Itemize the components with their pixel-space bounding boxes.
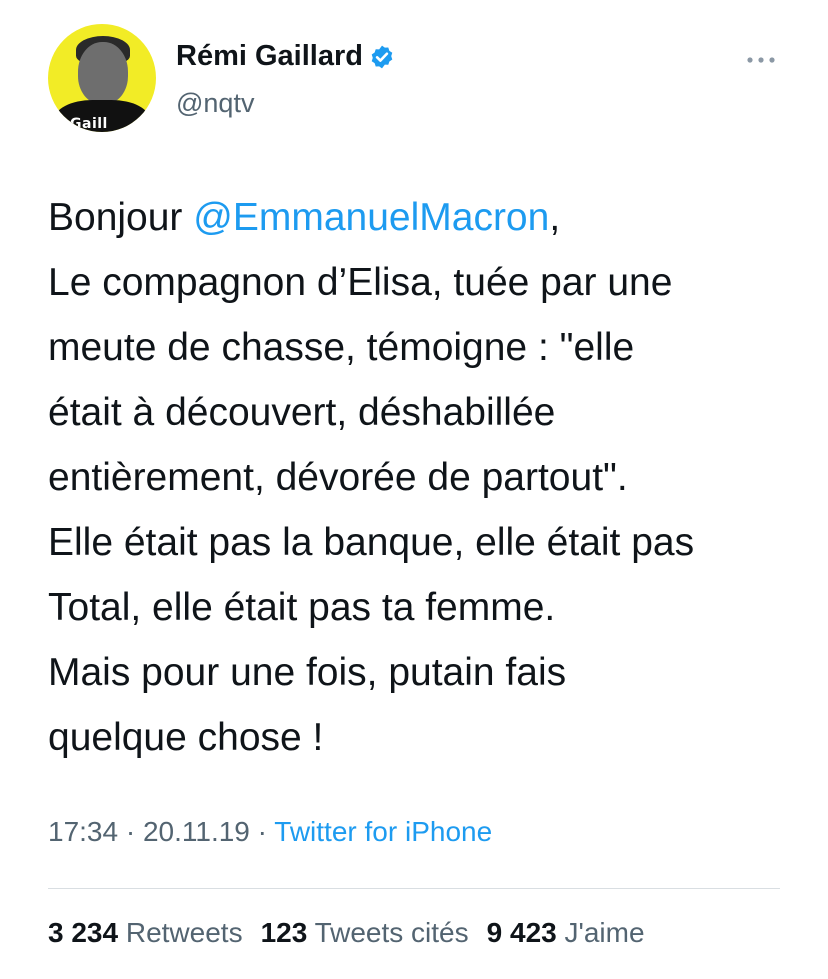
meta-separator: · (249, 816, 275, 847)
quotes-stat[interactable]: 123 Tweets cités (261, 917, 469, 948)
tweet-stats: 3 234 Retweets 123 Tweets cités 9 423 J'ai… (48, 917, 645, 949)
avatar-face (78, 42, 128, 104)
verified-badge-icon (369, 44, 395, 70)
tweet-text: Bonjour @EmmanuelMacron, Le compagnon d’… (48, 185, 788, 770)
divider (48, 888, 780, 889)
retweets-count: 3 234 (48, 917, 119, 948)
tweet-line: Le compagnon d’Elisa, tuée par une (48, 261, 673, 304)
tweet-line: Mais pour une fois, putain fais (48, 651, 567, 694)
tweet-line: Total, elle était pas ta femme. (48, 586, 556, 629)
author-avatar[interactable]: Gaill (48, 24, 156, 132)
author-handle[interactable]: @nqtv (176, 88, 254, 119)
tweet-card: Gaill Rémi Gaillard @nqtv Bonjour @Emman… (0, 0, 828, 979)
retweets-stat[interactable]: 3 234 Retweets (48, 917, 243, 948)
mention-link[interactable]: @EmmanuelMacron (193, 196, 549, 239)
tweet-meta: 17:34 · 20.11.19 · Twitter for iPhone (48, 816, 492, 848)
author-display-name[interactable]: Rémi Gaillard (176, 40, 363, 73)
avatar-logo-text: Gaill (70, 116, 108, 132)
likes-stat[interactable]: 9 423 J'aime (487, 917, 645, 948)
tweet-line: était à découvert, déshabillée (48, 391, 556, 434)
tweet-line: entièrement, dévorée de partout". (48, 456, 628, 499)
tweet-line: meute de chasse, témoigne : "elle (48, 326, 635, 369)
quotes-count: 123 (260, 917, 308, 948)
author-name-row[interactable]: Rémi Gaillard (176, 40, 395, 73)
tweet-line-greeting: Bonjour @EmmanuelMacron, (48, 185, 788, 250)
meta-separator: · (118, 816, 143, 847)
greeting-text: Bonjour (48, 196, 194, 239)
more-options-icon[interactable] (746, 50, 776, 64)
likes-label: J'aime (564, 917, 645, 948)
retweets-label: Retweets (125, 917, 243, 948)
tweet-line: quelque chose ! (48, 716, 324, 759)
tweet-date[interactable]: 20.11.19 (143, 816, 250, 847)
tweet-time[interactable]: 17:34 (48, 816, 118, 847)
quotes-label: Tweets cités (314, 917, 469, 948)
tweet-source-link[interactable]: Twitter for iPhone (274, 816, 492, 847)
mention-suffix: , (549, 196, 561, 239)
likes-count: 9 423 (486, 917, 557, 948)
tweet-line: Elle était pas la banque, elle était pas (48, 521, 695, 564)
